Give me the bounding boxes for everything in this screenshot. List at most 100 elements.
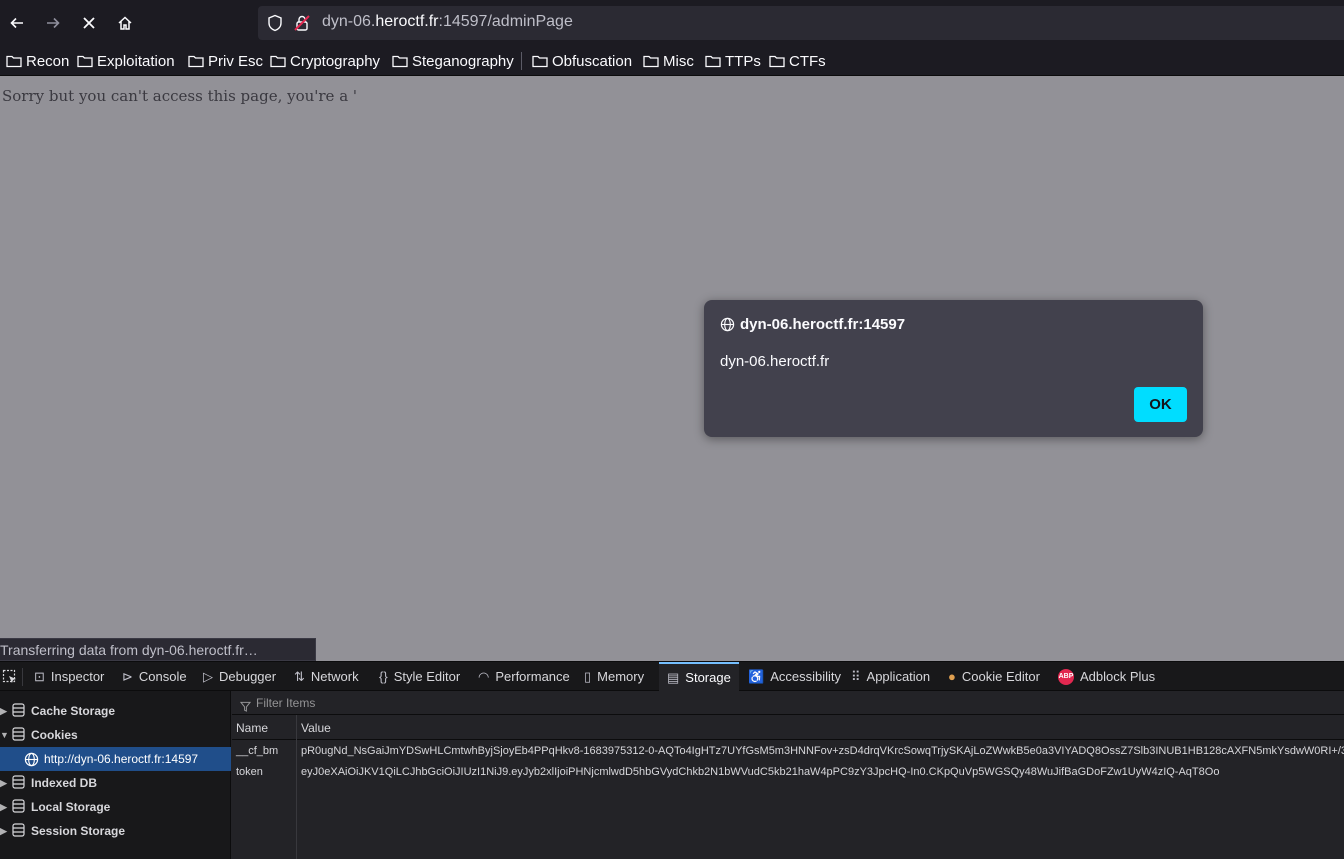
dialog-title: dyn-06.heroctf.fr:14597 xyxy=(740,316,906,333)
tree-label: Cache Storage xyxy=(31,704,116,718)
tree-label: Session Storage xyxy=(31,824,126,838)
tree-item-cookies[interactable]: ▼ Cookies xyxy=(0,723,231,747)
tab-application[interactable]: ⠿ Application xyxy=(851,662,930,691)
tab-storage[interactable]: ▤ Storage xyxy=(659,662,739,691)
cookie-value: pR0ugNd_NsGaiJmYDSwHLCmtwhByjSjoyEb4PPqH… xyxy=(301,745,1344,757)
gauge-icon: ◠ xyxy=(478,668,490,684)
dialog-message: dyn-06.heroctf.fr xyxy=(720,353,830,370)
bookmarks-toolbar: Recon Exploitation Priv Esc Cryptography… xyxy=(0,46,1344,76)
inspector-icon: ⊡ xyxy=(34,668,45,684)
tab-debugger[interactable]: ▷ Debugger xyxy=(203,662,276,691)
back-button[interactable] xyxy=(2,8,32,38)
arrow-right-icon xyxy=(47,17,60,29)
filter-bar xyxy=(232,691,1344,715)
tab-label: Cookie Editor xyxy=(961,669,1040,684)
tree-label: Local Storage xyxy=(31,800,111,814)
grid-icon: ⠿ xyxy=(851,668,861,684)
tab-network[interactable]: ⇅ Network xyxy=(294,662,359,691)
bookmark-folder-priv-esc[interactable]: Priv Esc xyxy=(188,50,263,72)
accessibility-icon: ♿ xyxy=(748,668,765,684)
cookie-name: __cf_bm xyxy=(236,745,279,757)
tree-item-session-storage[interactable]: ▶ Session Storage xyxy=(0,819,231,843)
database-icon xyxy=(12,726,25,744)
bookmark-folder-misc[interactable]: Misc xyxy=(643,50,694,72)
stop-button[interactable] xyxy=(74,8,104,38)
cookie-name: token xyxy=(236,766,263,778)
adblock-icon: ABP xyxy=(1058,668,1074,685)
cookie-icon: ● xyxy=(948,669,956,684)
tab-label: Storage xyxy=(685,670,731,685)
element-picker-button[interactable] xyxy=(2,662,18,691)
bookmark-label: Priv Esc xyxy=(208,52,264,70)
tab-label: Network xyxy=(310,669,359,684)
cookie-value: eyJ0eXAiOiJKV1QiLCJhbGciOiJIUzI1NiJ9.eyJ… xyxy=(301,766,1220,778)
bookmark-folder-ctfs[interactable]: CTFs xyxy=(769,50,826,72)
tree-item-cookie-origin[interactable]: http://dyn-06.heroctf.fr:14597 xyxy=(0,747,231,771)
url-text[interactable]: dyn-06.heroctf.fr:14597/adminPage xyxy=(322,13,573,31)
tab-memory[interactable]: ▯ Memory xyxy=(584,662,644,691)
arrow-left-icon xyxy=(10,17,23,29)
chevron-right-icon: ▶ xyxy=(0,825,7,836)
bookmark-folder-ttps[interactable]: TTPs xyxy=(705,50,761,72)
tracking-protection-icon[interactable] xyxy=(267,14,283,36)
tab-label: Adblock Plus xyxy=(1080,669,1156,684)
tab-label: Debugger xyxy=(219,669,277,684)
tree-item-local-storage[interactable]: ▶ Local Storage xyxy=(0,795,231,819)
column-divider[interactable] xyxy=(296,715,297,859)
folder-icon xyxy=(6,55,22,68)
folder-icon xyxy=(643,55,659,68)
table-row[interactable]: __cf_bm pR0ugNd_NsGaiJmYDSwHLCmtwhByjSjo… xyxy=(232,741,1344,762)
table-row[interactable]: token eyJ0eXAiOiJKV1QiLCJhbGciOiJIUzI1Ni… xyxy=(232,762,1344,783)
bookmark-folder-recon[interactable]: Recon xyxy=(6,50,69,72)
tab-adblock-plus[interactable]: ABP Adblock Plus xyxy=(1058,662,1155,691)
home-button[interactable] xyxy=(110,8,140,38)
tree-label: Cookies xyxy=(31,728,78,742)
chevron-right-icon: ▶ xyxy=(0,705,7,716)
insecure-lock-icon[interactable] xyxy=(294,14,310,36)
ok-button[interactable]: OK xyxy=(1134,387,1187,422)
url-prefix: dyn-06. xyxy=(322,13,376,30)
tab-label: Console xyxy=(138,669,187,684)
chevron-right-icon: ▶ xyxy=(0,777,7,788)
tab-console[interactable]: ⊳ Console xyxy=(122,662,187,691)
column-header-value[interactable]: Value xyxy=(301,721,331,735)
forward-button[interactable] xyxy=(38,8,68,38)
folder-icon xyxy=(705,55,721,68)
tab-style-editor[interactable]: {} Style Editor xyxy=(379,662,460,691)
bookmark-label: Obfuscation xyxy=(552,52,633,70)
tab-label: Inspector xyxy=(50,669,105,684)
navigation-toolbar: dyn-06.heroctf.fr:14597/adminPage xyxy=(0,0,1344,46)
table-header: Name Value xyxy=(232,715,1344,740)
database-icon xyxy=(12,702,25,720)
storage-icon: ▤ xyxy=(667,669,680,685)
url-path: :14597/adminPage xyxy=(438,13,573,30)
tab-label: Performance xyxy=(495,669,570,684)
tree-item-cache-storage[interactable]: ▶ Cache Storage xyxy=(0,699,231,723)
bookmark-folder-steganography[interactable]: Steganography xyxy=(392,50,514,72)
url-host: heroctf.fr xyxy=(375,13,439,30)
filter-input[interactable] xyxy=(240,694,640,712)
tree-item-indexed-db[interactable]: ▶ Indexed DB xyxy=(0,771,231,795)
home-icon xyxy=(118,16,132,30)
status-panel: Transferring data from dyn-06.heroctf.fr… xyxy=(0,638,316,661)
tab-cookie-editor[interactable]: ● Cookie Editor xyxy=(948,662,1040,691)
bookmark-folder-obfuscation[interactable]: Obfuscation xyxy=(532,50,632,72)
bookmark-label: TTPs xyxy=(725,52,761,70)
bookmark-folder-exploitation[interactable]: Exploitation xyxy=(77,50,175,72)
tab-label: Accessibility xyxy=(770,669,841,684)
url-bar[interactable]: dyn-06.heroctf.fr:14597/adminPage xyxy=(258,6,1344,40)
tab-inspector[interactable]: ⊡ Inspector xyxy=(34,662,104,691)
devtools-panel: ⊡ Inspector ⊳ Console ▷ Debugger ⇅ Network {… xyxy=(0,661,1344,859)
chevron-right-icon: ▶ xyxy=(0,801,7,812)
bookmark-folder-cryptography[interactable]: Cryptography xyxy=(270,50,380,72)
tab-accessibility[interactable]: ♿ Accessibility xyxy=(748,662,841,691)
tab-performance[interactable]: ◠ Performance xyxy=(478,662,570,691)
bookmark-label: Misc xyxy=(663,52,694,70)
debugger-icon: ▷ xyxy=(203,668,213,684)
folder-icon xyxy=(392,55,408,68)
tree-label: Indexed DB xyxy=(31,776,98,790)
column-header-name[interactable]: Name xyxy=(236,721,268,735)
tab-label: Memory xyxy=(597,669,645,684)
tree-label: http://dyn-06.heroctf.fr:14597 xyxy=(44,752,199,766)
bookmark-label: Recon xyxy=(26,52,70,70)
